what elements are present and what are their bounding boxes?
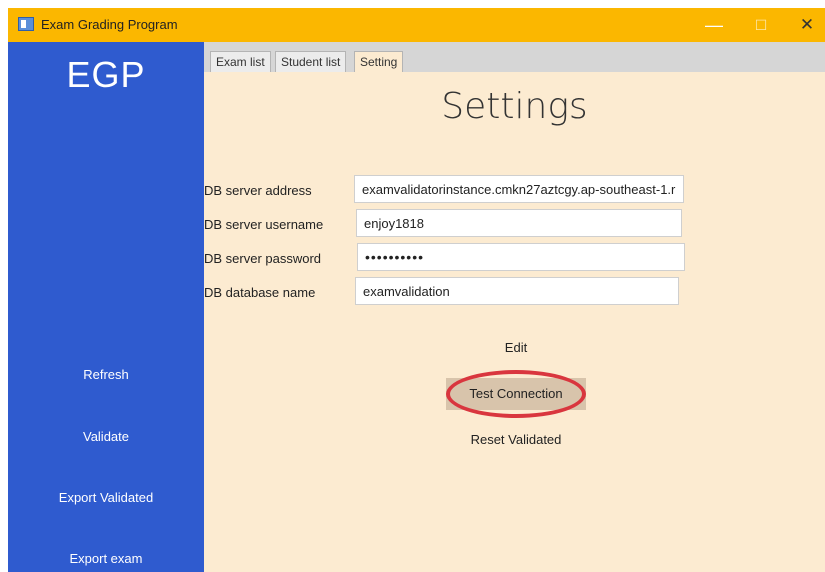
app-window: Exam Grading Program — ☐ ✕ EGP Refresh V… bbox=[8, 8, 825, 572]
maximize-button[interactable]: ☐ bbox=[739, 8, 783, 42]
db-server-password-label: DB server password bbox=[204, 251, 322, 266]
export-validated-button[interactable]: Export Validated bbox=[8, 490, 204, 505]
db-database-name-input[interactable] bbox=[355, 277, 679, 305]
export-exam-button[interactable]: Export exam bbox=[8, 551, 204, 566]
db-server-address-input[interactable] bbox=[354, 175, 684, 203]
refresh-button[interactable]: Refresh bbox=[8, 367, 204, 382]
db-server-address-label: DB server address bbox=[204, 183, 312, 198]
test-connection-button[interactable]: Test Connection bbox=[446, 378, 586, 410]
reset-validated-button[interactable]: Reset Validated bbox=[456, 432, 576, 447]
minimize-button[interactable]: — bbox=[692, 8, 736, 42]
db-server-username-label: DB server username bbox=[204, 217, 324, 232]
validate-button[interactable]: Validate bbox=[8, 429, 204, 444]
app-icon bbox=[18, 17, 34, 31]
tab-student-list[interactable]: Student list bbox=[275, 51, 347, 72]
app-logo: EGP bbox=[66, 54, 146, 95]
tab-setting[interactable]: Setting bbox=[354, 51, 404, 72]
db-server-username-input[interactable] bbox=[356, 209, 682, 237]
page-title: Settings bbox=[441, 86, 588, 127]
db-database-name-label: DB database name bbox=[204, 285, 316, 300]
close-button[interactable]: ✕ bbox=[785, 8, 825, 42]
db-server-password-input[interactable] bbox=[357, 243, 685, 271]
edit-button[interactable]: Edit bbox=[486, 340, 546, 355]
sidebar: EGP Refresh Validate Export Validated Ex… bbox=[8, 42, 204, 572]
title-bar[interactable]: Exam Grading Program — ☐ ✕ bbox=[8, 8, 825, 42]
window-title: Exam Grading Program bbox=[41, 17, 178, 32]
tab-exam-list[interactable]: Exam list bbox=[210, 51, 271, 72]
tab-bar: Exam list Student list Setting bbox=[204, 42, 825, 72]
